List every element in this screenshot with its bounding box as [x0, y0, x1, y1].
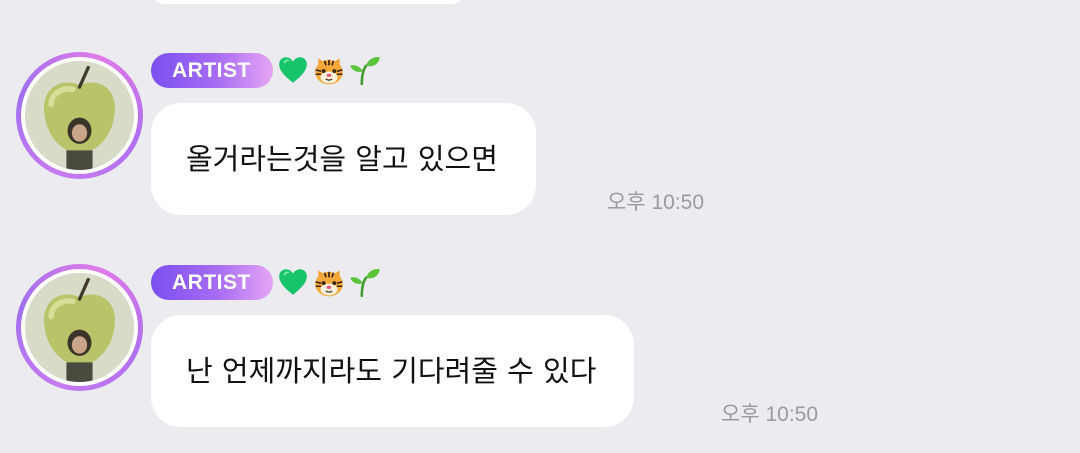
green-heart-icon [279, 269, 307, 295]
sender-badge: ARTIST [151, 265, 273, 300]
artist-avatar[interactable] [16, 264, 143, 391]
seedling-icon [350, 268, 380, 298]
message-time: 오후 10:50 [721, 403, 819, 426]
avatar-image [25, 273, 134, 382]
tiger-face-icon [315, 270, 343, 297]
emoji-row [276, 264, 382, 300]
message-bubble[interactable]: 난 언제까지라도 기다려줄 수 있다 [151, 315, 635, 427]
message-time: 오후 10:50 [607, 191, 705, 214]
chat-message: ARTIST 난 언제까지라도 기다려줄 수 있다 오후 10:50 [0, 0, 1080, 427]
